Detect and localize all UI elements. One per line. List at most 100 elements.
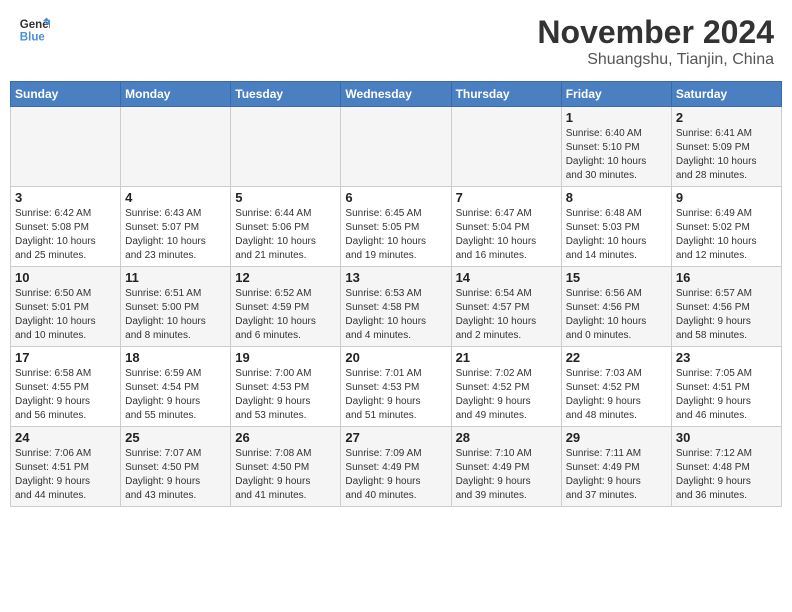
day-number: 26 [235,430,336,445]
day-info: Sunrise: 7:09 AM Sunset: 4:49 PM Dayligh… [345,447,446,503]
calendar-cell: 5 Sunrise: 6:44 AM Sunset: 5:06 PM Daylig… [231,187,341,267]
calendar-cell: 11 Sunrise: 6:51 AM Sunset: 5:00 PM Dayli… [121,267,231,347]
calendar-cell: 15 Sunrise: 6:56 AM Sunset: 4:56 PM Dayli… [561,267,671,347]
day-info: Sunrise: 6:53 AM Sunset: 4:58 PM Dayligh… [345,287,446,343]
day-info: Sunrise: 6:54 AM Sunset: 4:57 PM Dayligh… [456,287,557,343]
weekday-header: Sunday [11,82,121,107]
day-info: Sunrise: 6:50 AM Sunset: 5:01 PM Dayligh… [15,287,116,343]
day-info: Sunrise: 6:45 AM Sunset: 5:05 PM Dayligh… [345,207,446,263]
day-info: Sunrise: 7:11 AM Sunset: 4:49 PM Dayligh… [566,447,667,503]
day-info: Sunrise: 6:43 AM Sunset: 5:07 PM Dayligh… [125,207,226,263]
calendar-cell: 17 Sunrise: 6:58 AM Sunset: 4:55 PM Dayli… [11,347,121,427]
day-number: 17 [15,350,116,365]
location: Shuangshu, Tianjin, China [537,51,774,69]
day-number: 12 [235,270,336,285]
day-number: 5 [235,190,336,205]
logo: General Blue [18,14,50,46]
calendar-week-row: 24 Sunrise: 7:06 AM Sunset: 4:51 PM Dayli… [11,427,782,507]
title-block: November 2024 Shuangshu, Tianjin, China [537,14,774,69]
weekday-header: Tuesday [231,82,341,107]
month-title: November 2024 [537,14,774,51]
page-header: General Blue November 2024 Shuangshu, Ti… [10,10,782,73]
calendar-cell: 13 Sunrise: 6:53 AM Sunset: 4:58 PM Dayli… [341,267,451,347]
day-number: 27 [345,430,446,445]
calendar-cell: 10 Sunrise: 6:50 AM Sunset: 5:01 PM Dayli… [11,267,121,347]
day-number: 24 [15,430,116,445]
calendar-cell: 18 Sunrise: 6:59 AM Sunset: 4:54 PM Dayli… [121,347,231,427]
day-info: Sunrise: 7:10 AM Sunset: 4:49 PM Dayligh… [456,447,557,503]
day-info: Sunrise: 6:47 AM Sunset: 5:04 PM Dayligh… [456,207,557,263]
day-number: 29 [566,430,667,445]
day-info: Sunrise: 6:40 AM Sunset: 5:10 PM Dayligh… [566,127,667,183]
calendar-cell [231,107,341,187]
day-number: 8 [566,190,667,205]
calendar-cell: 1Sunrise: 6:40 AM Sunset: 5:10 PM Daylig… [561,107,671,187]
calendar-cell: 21 Sunrise: 7:02 AM Sunset: 4:52 PM Dayli… [451,347,561,427]
day-info: Sunrise: 6:41 AM Sunset: 5:09 PM Dayligh… [676,127,777,183]
weekday-header: Thursday [451,82,561,107]
day-info: Sunrise: 6:52 AM Sunset: 4:59 PM Dayligh… [235,287,336,343]
calendar-cell: 16 Sunrise: 6:57 AM Sunset: 4:56 PM Dayli… [671,267,781,347]
calendar-cell: 25 Sunrise: 7:07 AM Sunset: 4:50 PM Dayli… [121,427,231,507]
day-number: 21 [456,350,557,365]
calendar-cell: 24 Sunrise: 7:06 AM Sunset: 4:51 PM Dayli… [11,427,121,507]
calendar-cell: 19Sunrise: 7:00 AM Sunset: 4:53 PM Dayli… [231,347,341,427]
calendar-cell: 29 Sunrise: 7:11 AM Sunset: 4:49 PM Dayli… [561,427,671,507]
calendar-week-row: 3Sunrise: 6:42 AM Sunset: 5:08 PM Daylig… [11,187,782,267]
day-info: Sunrise: 7:00 AM Sunset: 4:53 PM Dayligh… [235,367,336,423]
day-number: 30 [676,430,777,445]
day-number: 6 [345,190,446,205]
day-number: 16 [676,270,777,285]
calendar-cell: 14 Sunrise: 6:54 AM Sunset: 4:57 PM Dayli… [451,267,561,347]
weekday-header: Wednesday [341,82,451,107]
day-number: 11 [125,270,226,285]
day-number: 20 [345,350,446,365]
day-number: 2 [676,110,777,125]
day-info: Sunrise: 7:08 AM Sunset: 4:50 PM Dayligh… [235,447,336,503]
day-number: 18 [125,350,226,365]
calendar-cell: 8Sunrise: 6:48 AM Sunset: 5:03 PM Daylig… [561,187,671,267]
calendar-cell: 20Sunrise: 7:01 AM Sunset: 4:53 PM Dayli… [341,347,451,427]
day-info: Sunrise: 7:12 AM Sunset: 4:48 PM Dayligh… [676,447,777,503]
calendar-cell: 22 Sunrise: 7:03 AM Sunset: 4:52 PM Dayli… [561,347,671,427]
day-number: 3 [15,190,116,205]
calendar-cell: 12 Sunrise: 6:52 AM Sunset: 4:59 PM Dayli… [231,267,341,347]
day-number: 13 [345,270,446,285]
day-info: Sunrise: 7:07 AM Sunset: 4:50 PM Dayligh… [125,447,226,503]
day-number: 23 [676,350,777,365]
calendar-cell: 30 Sunrise: 7:12 AM Sunset: 4:48 PM Dayli… [671,427,781,507]
day-info: Sunrise: 7:03 AM Sunset: 4:52 PM Dayligh… [566,367,667,423]
day-info: Sunrise: 6:58 AM Sunset: 4:55 PM Dayligh… [15,367,116,423]
day-info: Sunrise: 6:59 AM Sunset: 4:54 PM Dayligh… [125,367,226,423]
calendar-cell: 9Sunrise: 6:49 AM Sunset: 5:02 PM Daylig… [671,187,781,267]
calendar-week-row: 10 Sunrise: 6:50 AM Sunset: 5:01 PM Dayli… [11,267,782,347]
day-info: Sunrise: 7:06 AM Sunset: 4:51 PM Dayligh… [15,447,116,503]
day-number: 10 [15,270,116,285]
calendar-cell: 4 Sunrise: 6:43 AM Sunset: 5:07 PM Daylig… [121,187,231,267]
day-info: Sunrise: 6:51 AM Sunset: 5:00 PM Dayligh… [125,287,226,343]
day-info: Sunrise: 6:57 AM Sunset: 4:56 PM Dayligh… [676,287,777,343]
calendar-week-row: 1Sunrise: 6:40 AM Sunset: 5:10 PM Daylig… [11,107,782,187]
calendar-cell: 2 Sunrise: 6:41 AM Sunset: 5:09 PM Daylig… [671,107,781,187]
calendar-cell: 6 Sunrise: 6:45 AM Sunset: 5:05 PM Daylig… [341,187,451,267]
day-number: 28 [456,430,557,445]
calendar-cell: 26 Sunrise: 7:08 AM Sunset: 4:50 PM Dayli… [231,427,341,507]
day-number: 7 [456,190,557,205]
day-number: 14 [456,270,557,285]
logo-icon: General Blue [18,14,50,46]
day-info: Sunrise: 6:56 AM Sunset: 4:56 PM Dayligh… [566,287,667,343]
svg-text:Blue: Blue [20,32,46,44]
day-number: 15 [566,270,667,285]
weekday-header-row: SundayMondayTuesdayWednesdayThursdayFrid… [11,82,782,107]
calendar-week-row: 17 Sunrise: 6:58 AM Sunset: 4:55 PM Dayli… [11,347,782,427]
weekday-header: Saturday [671,82,781,107]
day-number: 22 [566,350,667,365]
day-info: Sunrise: 6:49 AM Sunset: 5:02 PM Dayligh… [676,207,777,263]
day-number: 4 [125,190,226,205]
day-info: Sunrise: 7:02 AM Sunset: 4:52 PM Dayligh… [456,367,557,423]
day-number: 25 [125,430,226,445]
calendar-cell: 3Sunrise: 6:42 AM Sunset: 5:08 PM Daylig… [11,187,121,267]
day-info: Sunrise: 6:44 AM Sunset: 5:06 PM Dayligh… [235,207,336,263]
calendar-cell: 28 Sunrise: 7:10 AM Sunset: 4:49 PM Dayli… [451,427,561,507]
calendar-cell: 7 Sunrise: 6:47 AM Sunset: 5:04 PM Daylig… [451,187,561,267]
